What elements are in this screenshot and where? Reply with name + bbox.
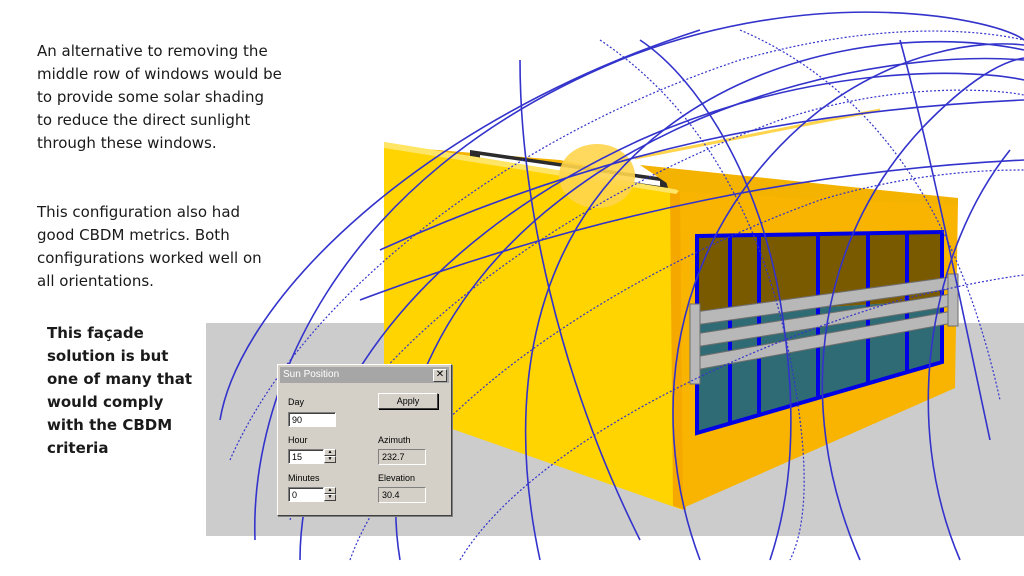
- close-icon[interactable]: ✕: [433, 369, 447, 382]
- hour-input[interactable]: [288, 449, 324, 464]
- minutes-spinner[interactable]: ▲ ▼: [324, 487, 336, 502]
- azimuth-value: 232.7: [378, 449, 426, 465]
- apply-button[interactable]: Apply: [378, 393, 438, 409]
- spin-down-icon[interactable]: ▼: [324, 456, 336, 463]
- spin-up-icon[interactable]: ▲: [324, 449, 336, 456]
- dialog-title-bar[interactable]: Sun Position ✕: [280, 367, 449, 383]
- description-paragraph-1: An alternative to removing the middle ro…: [37, 42, 282, 152]
- day-label: Day: [288, 397, 305, 407]
- spin-down-icon[interactable]: ▼: [324, 494, 336, 501]
- sun-position-dialog: Sun Position ✕ Day Apply Hour ▲ ▼ Azimut…: [277, 364, 452, 516]
- azimuth-label: Azimuth: [378, 435, 411, 445]
- day-input[interactable]: [288, 412, 336, 427]
- sun-ray: [634, 108, 881, 160]
- conclusion-paragraph: This façade solution is but one of many …: [47, 324, 193, 457]
- minutes-label: Minutes: [288, 473, 320, 483]
- spin-up-icon[interactable]: ▲: [324, 487, 336, 494]
- dialog-title: Sun Position: [283, 369, 340, 380]
- elevation-value: 30.4: [378, 487, 426, 503]
- hour-label: Hour: [288, 435, 308, 445]
- description-paragraph-2: This configuration also had good CBDM me…: [37, 203, 262, 290]
- minutes-input[interactable]: [288, 487, 324, 502]
- elevation-label: Elevation: [378, 473, 416, 483]
- hour-spinner[interactable]: ▲ ▼: [324, 449, 336, 464]
